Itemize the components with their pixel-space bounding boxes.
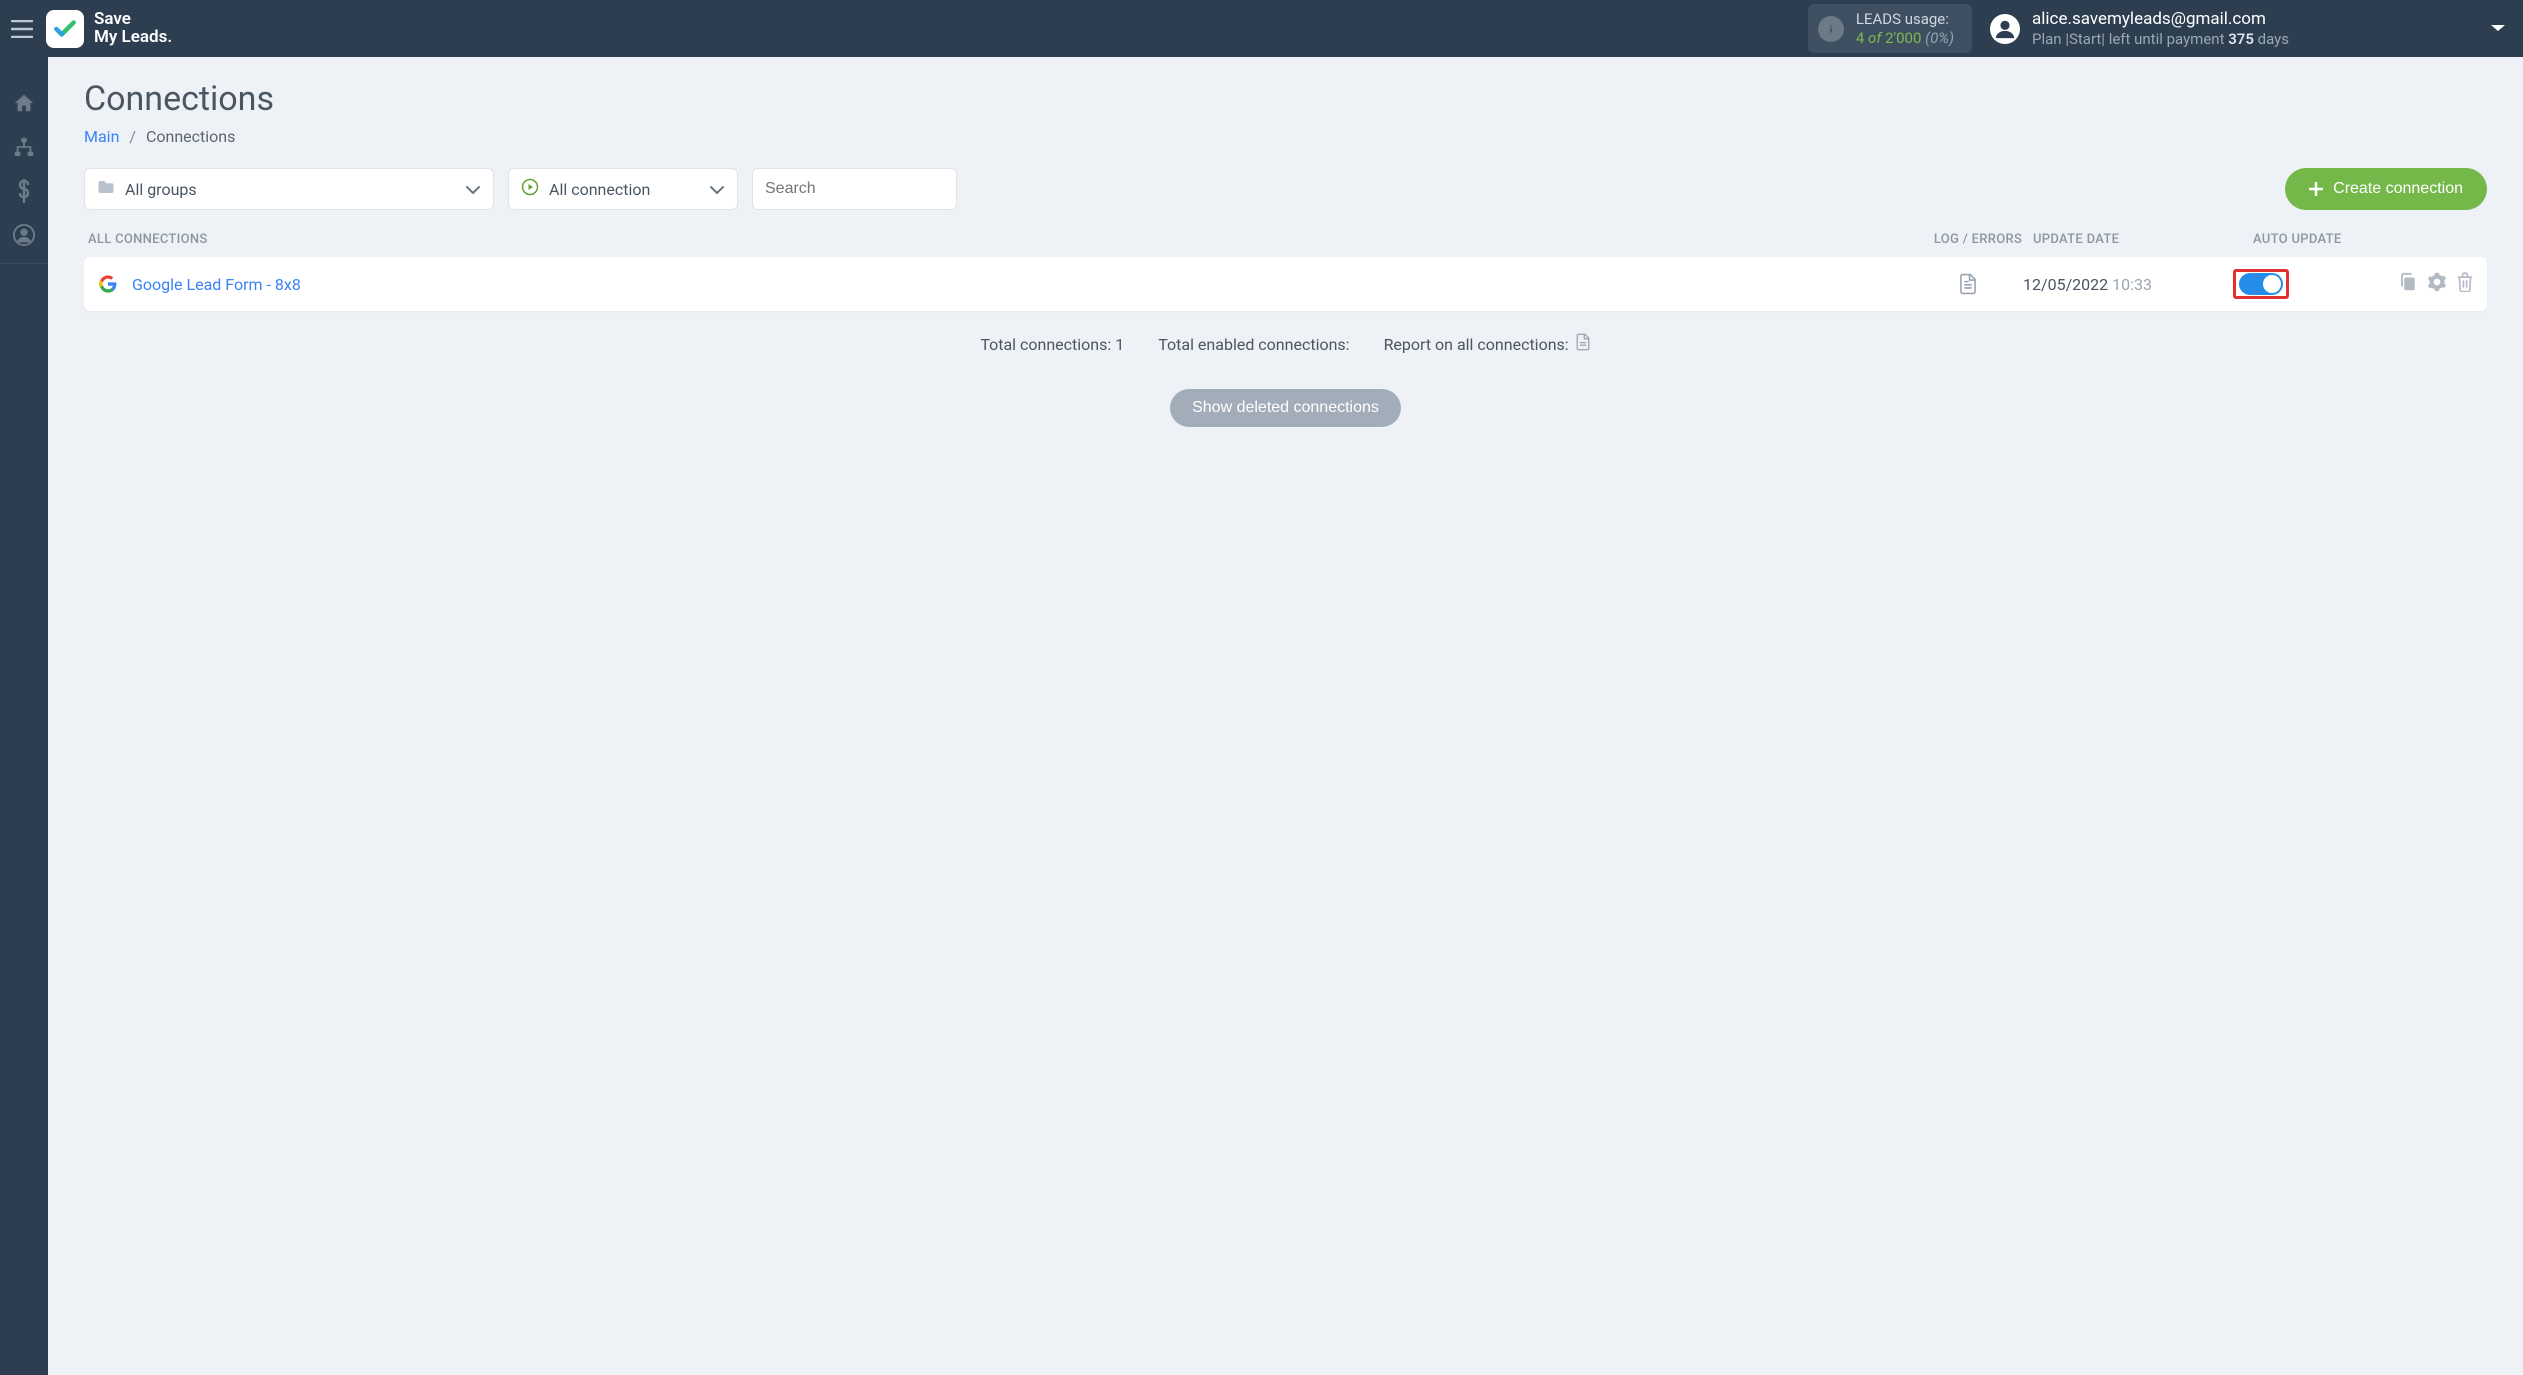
show-deleted-button[interactable]: Show deleted connections [1170, 389, 1401, 427]
brand-line2: My Leads. [94, 29, 172, 47]
sidebar-item-billing[interactable] [0, 169, 48, 213]
folder-icon [97, 179, 115, 199]
toggle-knob [2263, 275, 2281, 293]
leads-total: 2'000 [1885, 29, 1921, 47]
connection-row: Google Lead Form - 8x8 12/05/2022 10:33 [84, 257, 2487, 311]
search-box[interactable] [752, 168, 957, 210]
gear-icon [2427, 272, 2447, 292]
sitemap-icon [13, 136, 35, 158]
home-icon [13, 92, 35, 114]
menu-toggle-button[interactable] [8, 15, 36, 43]
sidebar-item-home[interactable] [0, 81, 48, 125]
main-content: Connections Main / Connections All group… [48, 57, 2523, 1375]
user-circle-icon [13, 224, 35, 246]
plus-icon [2309, 182, 2323, 196]
connection-status-select[interactable]: All connection [508, 168, 738, 210]
sidebar-item-connections[interactable] [0, 125, 48, 169]
report-button[interactable] [1575, 333, 1591, 355]
log-button[interactable] [1913, 273, 2023, 295]
total-connections: Total connections: 1 [980, 335, 1124, 354]
highlight-annotation [2233, 269, 2289, 299]
groups-select[interactable]: All groups [84, 168, 494, 210]
create-connection-label: Create connection [2333, 180, 2463, 198]
plan-suffix: days [2254, 30, 2289, 48]
delete-button[interactable] [2457, 272, 2473, 296]
plan-days: 375 [2228, 30, 2254, 48]
update-date-cell: 12/05/2022 10:33 [2023, 275, 2233, 294]
leads-usage-panel: LEADS usage: 4 of 2'000 (0%) [1808, 4, 1972, 54]
brand-name: Save My Leads. [94, 11, 172, 47]
table-header: All connections Log / Errors Update date… [84, 232, 2487, 257]
search-input[interactable] [765, 180, 944, 198]
header-log: Log / Errors [1923, 232, 2033, 247]
filter-controls: All groups All connection Create connect… [84, 168, 2487, 210]
summary-row: Total connections: 1 Total enabled conne… [84, 333, 2487, 355]
total-connections-value: 1 [1115, 335, 1124, 354]
copy-icon [2399, 272, 2417, 292]
connection-name-link[interactable]: Google Lead Form - 8x8 [132, 275, 301, 294]
document-icon [1958, 273, 1978, 295]
connection-select-label: All connection [549, 180, 650, 199]
trash-icon [2457, 272, 2473, 292]
google-icon [98, 274, 118, 294]
breadcrumb: Main / Connections [84, 127, 2487, 146]
breadcrumb-current: Connections [146, 127, 235, 146]
leads-usage-value: 4 of 2'000 (0%) [1856, 29, 1954, 48]
account-plan: Plan |Start| left until payment 375 days [2032, 30, 2289, 49]
topbar: Save My Leads. LEADS usage: 4 of 2'000 (… [0, 0, 2523, 57]
report-label: Report on all connections: [1384, 335, 1569, 354]
groups-select-label: All groups [125, 180, 197, 199]
auto-update-toggle[interactable] [2239, 273, 2283, 295]
breadcrumb-main-link[interactable]: Main [84, 127, 119, 146]
settings-button[interactable] [2427, 272, 2447, 296]
leads-of: of [1868, 29, 1881, 47]
plan-name: |Start| [2065, 30, 2105, 48]
leads-usage-label: LEADS usage: [1856, 10, 1954, 29]
leads-used: 4 [1856, 29, 1864, 47]
leads-pct: (0%) [1925, 29, 1954, 47]
update-time: 10:33 [2112, 275, 2152, 294]
create-connection-button[interactable]: Create connection [2285, 168, 2487, 210]
header-update-date: Update date [2033, 232, 2243, 247]
chevron-down-icon [709, 180, 725, 199]
brand-logo [46, 10, 84, 48]
header-all-connections: All connections [88, 232, 1923, 247]
header-auto-update: Auto update [2243, 232, 2393, 247]
update-date: 12/05/2022 [2023, 275, 2108, 294]
sidebar [0, 57, 48, 1375]
document-icon [1575, 333, 1591, 351]
avatar-icon [1990, 14, 2020, 44]
account-chevron [2489, 19, 2507, 38]
total-connections-label: Total connections: [980, 335, 1115, 354]
chevron-down-icon [465, 180, 481, 199]
check-icon [52, 16, 78, 42]
total-enabled-connections: Total enabled connections: [1158, 335, 1349, 354]
report-all-connections: Report on all connections: [1384, 333, 1591, 355]
page-title: Connections [84, 79, 2487, 119]
account-menu[interactable]: alice.savemyleads@gmail.com Plan |Start|… [1990, 9, 2507, 49]
sidebar-item-account[interactable] [0, 213, 48, 257]
sidebar-divider [0, 263, 48, 264]
breadcrumb-separator: / [129, 127, 136, 146]
brand-line1: Save [94, 11, 172, 29]
plan-prefix: Plan [2032, 30, 2065, 48]
dollar-icon [16, 179, 32, 203]
copy-button[interactable] [2399, 272, 2417, 296]
account-email: alice.savemyleads@gmail.com [2032, 9, 2289, 30]
chevron-down-icon [2489, 22, 2507, 34]
play-circle-icon [521, 178, 539, 200]
info-icon[interactable] [1818, 16, 1844, 42]
hamburger-icon [11, 20, 33, 38]
plan-mid: left until payment [2105, 30, 2228, 48]
